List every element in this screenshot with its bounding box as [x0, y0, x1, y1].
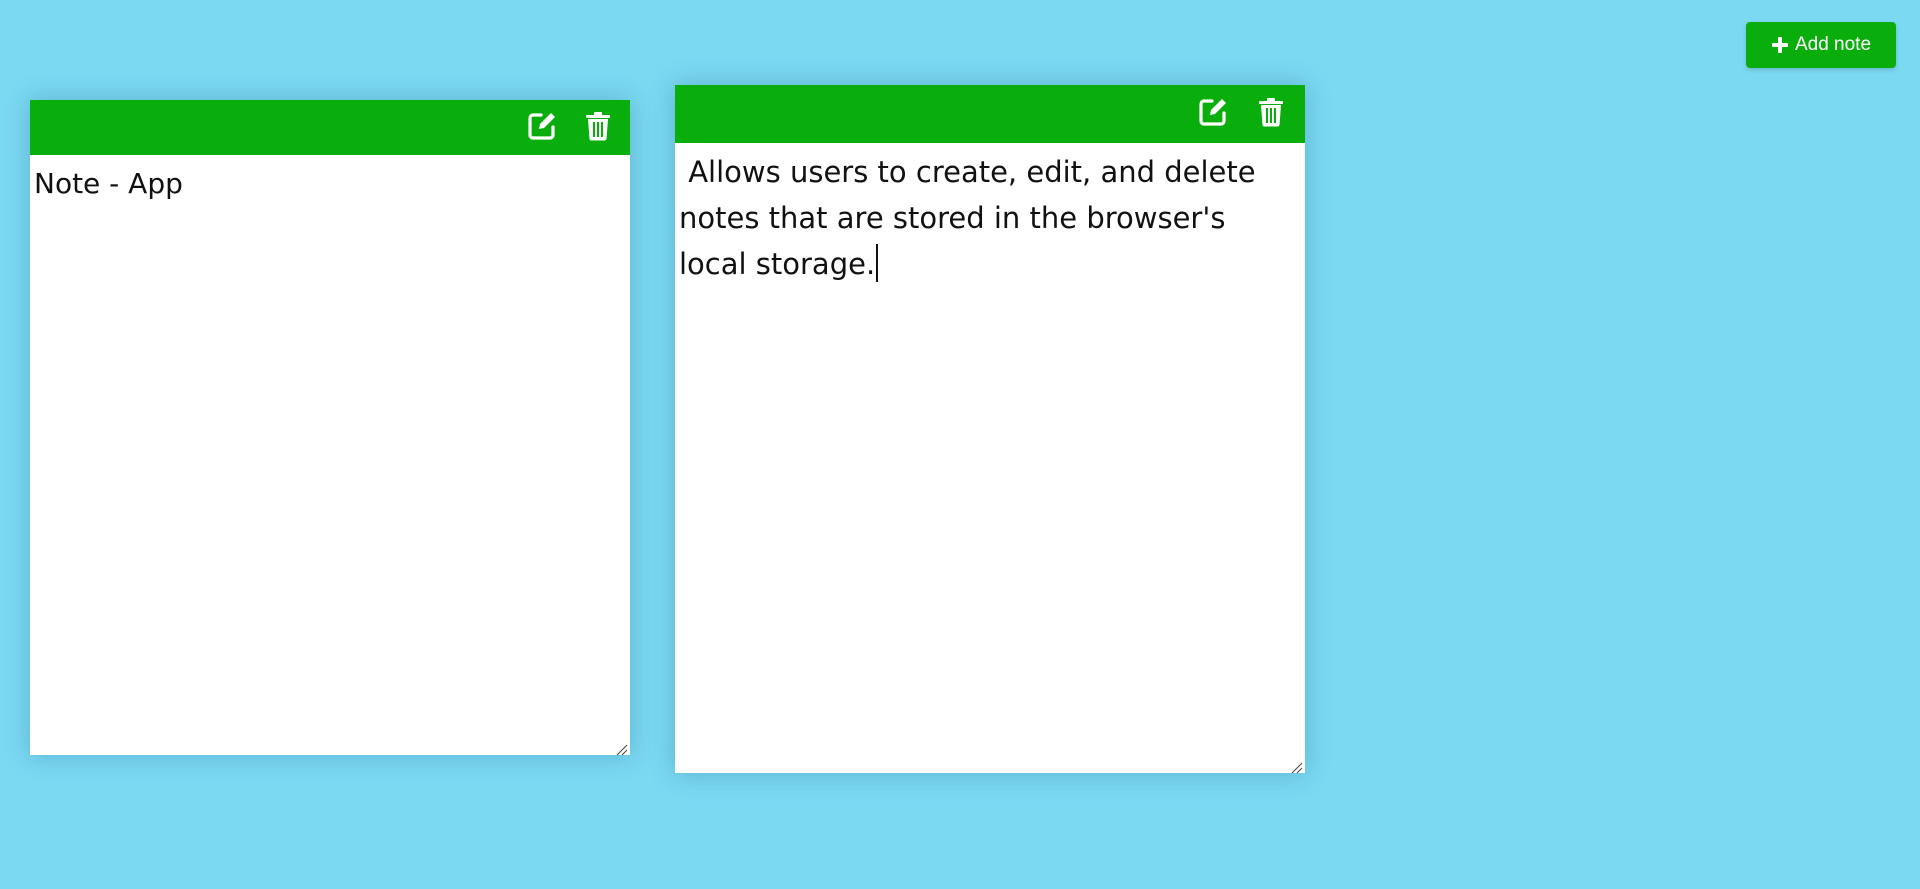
trash-icon [585, 111, 611, 145]
edit-button[interactable] [526, 112, 558, 144]
edit-icon [1198, 97, 1228, 131]
add-note-label: Add note [1794, 34, 1872, 55]
note-text: Note - App [34, 167, 183, 200]
edit-button[interactable] [1197, 98, 1229, 130]
resize-handle[interactable] [616, 741, 628, 756]
edit-icon [527, 111, 557, 145]
note-toolbar [675, 85, 1305, 143]
note-textarea[interactable]: Note - App [30, 155, 630, 755]
trash-icon [1258, 97, 1284, 131]
delete-button[interactable] [582, 111, 614, 145]
note-text: Allows users to create, edit, and delete… [679, 155, 1265, 281]
text-cursor [876, 244, 879, 282]
delete-button[interactable] [1255, 98, 1287, 130]
resize-handle[interactable] [1291, 759, 1303, 774]
note-toolbar [30, 100, 630, 155]
note-card: Allows users to create, edit, and delete… [675, 85, 1305, 774]
add-note-button[interactable]: Add note [1746, 22, 1896, 68]
note-card: Note - App [30, 100, 630, 756]
note-textarea[interactable]: Allows users to create, edit, and delete… [675, 143, 1305, 773]
plus-icon [1771, 36, 1789, 54]
